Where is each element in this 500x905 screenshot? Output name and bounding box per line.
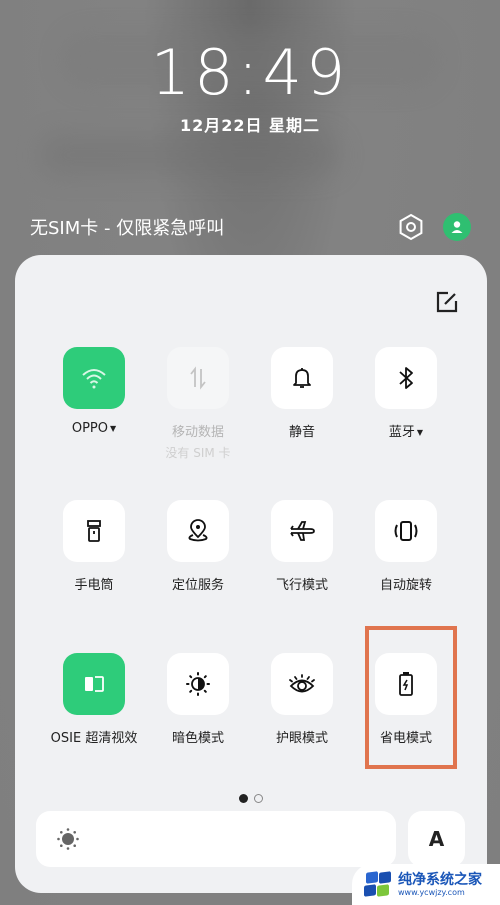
watermark-url: www.ycwjzy.com [398, 887, 465, 897]
quick-settings-panel: OPPO ▼ 移动数据 没有 SIM 卡 静音 蓝牙 ▼ 手电筒 定位服务 飞行… [15, 255, 487, 893]
tile-flashlight[interactable]: 手电筒 [42, 500, 146, 593]
auto-rotate-icon[interactable] [375, 500, 437, 562]
auto-brightness-button[interactable]: A [408, 811, 465, 867]
edit-icon[interactable] [435, 290, 459, 314]
tile-label: 飞行模式 [275, 578, 328, 593]
wifi-icon[interactable] [63, 347, 125, 409]
tile-dark-mode[interactable]: 暗色模式 [146, 653, 250, 746]
page-dot[interactable] [254, 794, 263, 803]
chevron-down-icon[interactable]: ▼ [417, 428, 423, 437]
tile-wifi[interactable]: OPPO ▼ [42, 347, 146, 436]
chevron-down-icon[interactable]: ▼ [110, 424, 116, 433]
location-icon[interactable] [167, 500, 229, 562]
tile-label: OPPO [71, 421, 108, 436]
osie-icon[interactable] [63, 653, 125, 715]
tile-bluetooth[interactable]: 蓝牙 ▼ [354, 347, 458, 440]
wallpaper-blur [40, 135, 340, 175]
tile-label: 手电筒 [74, 578, 114, 593]
lockscreen-date: 12月22日 星期二 [179, 116, 321, 135]
flashlight-icon[interactable] [63, 500, 125, 562]
tile-label: 暗色模式 [171, 731, 224, 746]
user-avatar-icon[interactable] [443, 213, 471, 241]
tile-location[interactable]: 定位服务 [146, 500, 250, 593]
watermark: 纯净系统之家 www.ycwjzy.com [352, 864, 500, 905]
tile-osie[interactable]: OSIE 超清视效 [42, 653, 146, 746]
tile-label: OSIE 超清视效 [50, 731, 138, 746]
tile-label: 自动旋转 [379, 578, 432, 593]
watermark-logo-icon [364, 870, 392, 898]
tile-label: 定位服务 [171, 578, 224, 593]
dark-mode-icon[interactable] [167, 653, 229, 715]
eye-comfort-icon[interactable] [271, 653, 333, 715]
sim-status-text: 无SIM卡 - 仅限紧急呼叫 [30, 218, 225, 239]
tile-eye-comfort[interactable]: 护眼模式 [250, 653, 354, 746]
tile-label: 静音 [288, 425, 315, 440]
page-indicator [15, 794, 487, 803]
highlight-box [365, 626, 457, 769]
tile-label: 护眼模式 [275, 731, 328, 746]
brightness-sun-icon [56, 827, 80, 851]
settings-hexagon-icon[interactable] [397, 213, 425, 241]
tile-label: 移动数据 [171, 425, 224, 440]
watermark-title: 纯净系统之家 [398, 871, 482, 888]
tile-silent[interactable]: 静音 [250, 347, 354, 440]
airplane-icon[interactable] [271, 500, 333, 562]
brightness-slider[interactable] [36, 811, 396, 867]
tile-label: 蓝牙 [388, 425, 415, 440]
tile-airplane[interactable]: 飞行模式 [250, 500, 354, 593]
tile-auto-rotate[interactable]: 自动旋转 [354, 500, 458, 593]
tile-mobile-data[interactable]: 移动数据 没有 SIM 卡 [146, 347, 250, 461]
bluetooth-icon[interactable] [375, 347, 437, 409]
bell-icon[interactable] [271, 347, 333, 409]
tile-sublabel: 没有 SIM 卡 [165, 446, 231, 460]
lockscreen-clock: 18:49 [150, 36, 350, 109]
page-dot-active[interactable] [239, 794, 248, 803]
mobile-data-icon[interactable] [167, 347, 229, 409]
